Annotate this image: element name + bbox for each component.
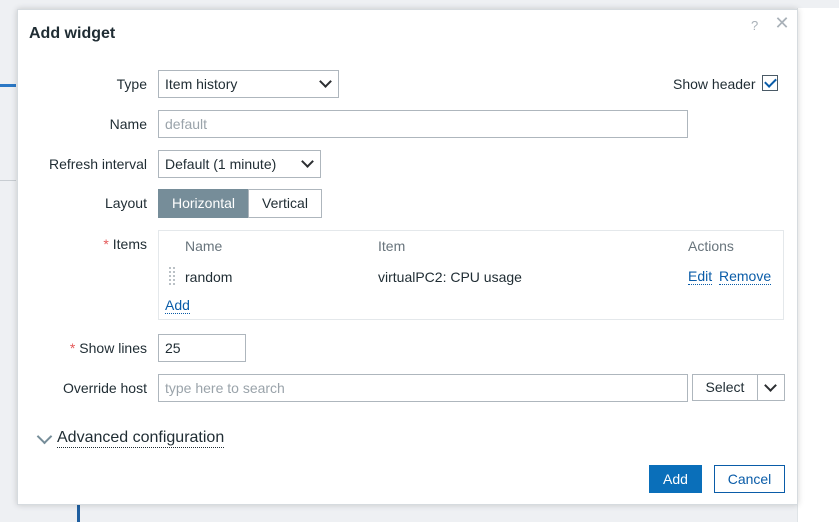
override-host-dropdown-button[interactable] [757,374,785,401]
background-panel [797,8,839,522]
required-marker: * [69,340,76,356]
background-accent-line [0,84,16,87]
refresh-interval-select[interactable]: Default (1 minute) [158,150,321,178]
chevron-down-icon[interactable] [36,428,53,445]
items-label-text: Items [112,236,147,252]
refresh-interval-label: Refresh interval [48,156,147,172]
help-icon[interactable]: ? [751,18,758,33]
column-header-actions: Actions [688,238,734,254]
type-select[interactable]: Item history [158,70,339,98]
chevron-down-icon [301,155,314,168]
edit-item-link[interactable]: Edit [688,269,713,285]
remove-item-link[interactable]: Remove [719,269,772,285]
show-lines-label: * Show lines [70,340,147,356]
checkmark-icon [764,75,777,88]
column-header-item: Item [378,238,406,254]
add-button[interactable]: Add [649,465,702,493]
background-divider [0,180,16,181]
type-label: Type [116,76,147,92]
required-marker: * [103,236,109,252]
drag-handle-icon[interactable] [168,266,176,286]
override-host-input[interactable]: type here to search [158,374,688,402]
background-accent-line-vertical [77,503,80,522]
advanced-configuration-toggle[interactable]: Advanced configuration [57,429,225,448]
layout-horizontal-button[interactable]: Horizontal [158,189,249,218]
show-header-checkbox[interactable] [762,75,778,91]
item-row-name: random [185,269,233,285]
dialog-title: Add widget [29,25,116,42]
show-lines-label-text: Show lines [79,340,147,356]
layout-vertical-button[interactable]: Vertical [248,189,322,218]
refresh-interval-value: Default (1 minute) [165,156,277,172]
name-input[interactable]: default [158,110,688,138]
chevron-down-icon [319,75,332,88]
items-label: * Items [103,236,147,252]
items-table: Name Item Actions random virtualPC2: CPU… [158,230,784,320]
column-header-name: Name [185,238,223,254]
override-host-label: Override host [62,380,147,396]
name-label: Name [109,116,147,132]
override-host-select-button[interactable]: Select [692,374,758,401]
type-select-value: Item history [165,76,238,92]
add-widget-dialog: Add widget ? ✕ Type Item history Show he… [17,9,798,505]
show-header-label: Show header [673,76,756,92]
close-icon[interactable]: ✕ [773,13,791,34]
item-row-item: virtualPC2: CPU usage [378,269,522,285]
chevron-down-icon [764,379,777,392]
cancel-button[interactable]: Cancel [714,465,785,493]
add-item-link[interactable]: Add [165,298,190,314]
layout-label: Layout [104,195,147,211]
show-lines-input[interactable]: 25 [158,334,246,362]
